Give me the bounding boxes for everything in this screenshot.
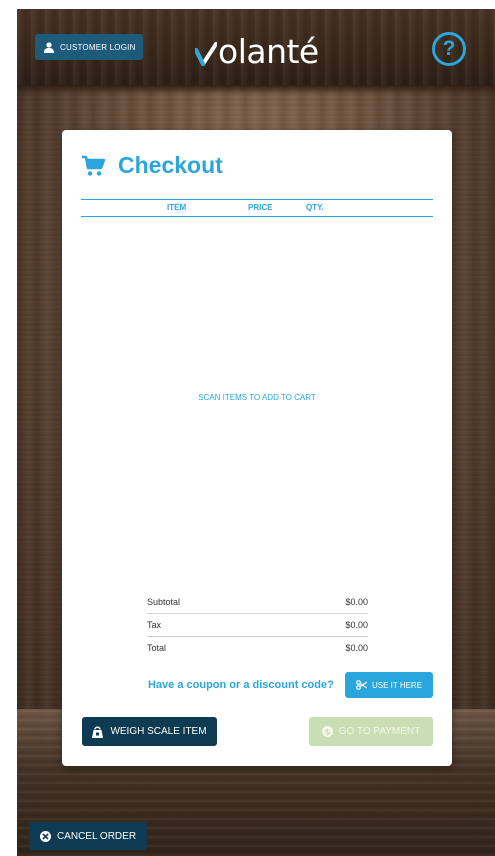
- scissors-icon: [356, 680, 367, 690]
- use-coupon-button[interactable]: USE IT HERE: [345, 672, 433, 698]
- top-bar-shadow: [17, 85, 495, 95]
- use-coupon-label: USE IT HERE: [371, 680, 423, 690]
- weigh-scale-item-button[interactable]: WEIGH SCALE ITEM: [82, 717, 217, 746]
- totals-summary: Subtotal $0.00 Tax $0.00 Total $0.00: [147, 591, 368, 659]
- cancel-order-button[interactable]: CANCEL ORDER: [29, 822, 147, 850]
- total-label: Total: [147, 643, 167, 653]
- totals-row-subtotal: Subtotal $0.00: [147, 591, 368, 614]
- table-header-rule-bottom: [81, 216, 433, 217]
- checkout-panel: Checkout ITEM PRICE QTY. SCAN ITEMS TO A…: [62, 130, 452, 766]
- customer-login-label: CUSTOMER LOGIN: [60, 42, 136, 52]
- cart-icon: [82, 155, 106, 177]
- total-value: $0.00: [345, 643, 368, 653]
- weight-icon: [92, 726, 104, 738]
- column-header-qty: QTY.: [306, 203, 324, 212]
- weigh-scale-label: WEIGH SCALE ITEM: [110, 726, 207, 737]
- subtotal-value: $0.00: [345, 597, 368, 607]
- svg-text:$: $: [324, 728, 330, 737]
- question-mark-icon: ?: [442, 37, 456, 60]
- cancel-icon: [39, 830, 51, 842]
- logo-v-mark-icon: [195, 42, 217, 66]
- cancel-order-label: CANCEL ORDER: [56, 830, 137, 842]
- totals-row-total: Total $0.00: [147, 637, 368, 659]
- totals-row-tax: Tax $0.00: [147, 614, 368, 637]
- checkout-title-row: Checkout: [82, 152, 223, 179]
- column-header-item: ITEM: [167, 203, 187, 212]
- customer-login-button[interactable]: CUSTOMER LOGIN: [35, 34, 143, 60]
- column-header-price: PRICE: [248, 203, 273, 212]
- empty-cart-message: SCAN ITEMS TO ADD TO CART: [198, 393, 316, 402]
- volante-logo: olanté: [195, 32, 319, 72]
- user-icon: [44, 41, 54, 53]
- top-bar: CUSTOMER LOGIN olanté ?: [17, 9, 495, 85]
- table-header-rule-top: [81, 199, 433, 200]
- help-button[interactable]: ?: [432, 32, 466, 66]
- coupon-question: Have a coupon or a discount code?: [148, 679, 334, 691]
- tax-label: Tax: [147, 620, 162, 630]
- subtotal-label: Subtotal: [147, 597, 181, 607]
- kiosk-screen: CUSTOMER LOGIN olanté ? Checkout ITEM PR…: [17, 9, 495, 856]
- page-title: Checkout: [118, 152, 223, 178]
- tax-value: $0.00: [345, 620, 368, 630]
- logo-text: olanté: [218, 32, 319, 71]
- go-to-payment-label: GO TO PAYMENT: [338, 726, 421, 737]
- go-to-payment-button[interactable]: $ GO TO PAYMENT: [309, 717, 433, 746]
- dollar-icon: $: [321, 726, 333, 737]
